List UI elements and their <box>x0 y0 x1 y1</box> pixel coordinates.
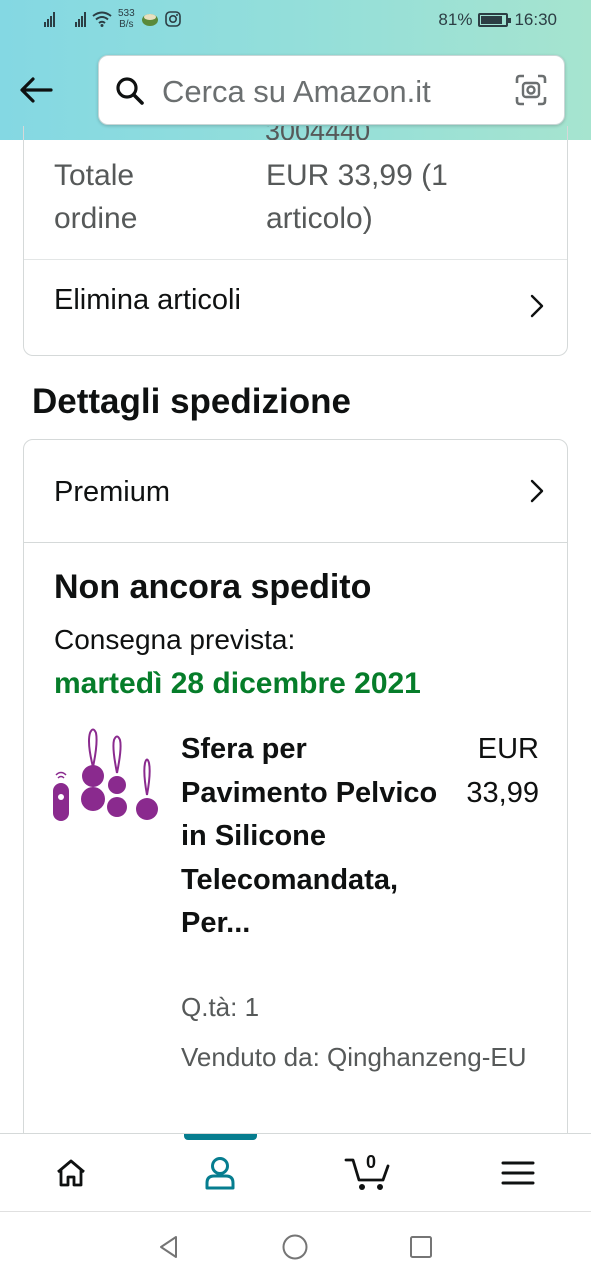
top-header: 533 B/s 81% 16:30 Cerca su Amazon.it <box>0 0 591 140</box>
account-icon <box>205 1157 235 1190</box>
remove-items-label: Elimina articoli <box>54 284 241 316</box>
nav-menu[interactable] <box>478 1134 558 1212</box>
total-value: EUR 33,99 (1 articolo) <box>266 159 448 235</box>
wifi-icon <box>92 11 112 27</box>
back-button[interactable] <box>16 70 56 110</box>
menu-icon <box>501 1161 535 1185</box>
product-image[interactable] <box>50 723 160 833</box>
cart-count: 0 <box>366 1152 377 1172</box>
total-label: Totale ordine <box>54 159 138 235</box>
home-icon <box>57 1159 85 1187</box>
shipping-card: Premium Non ancora spedito Consegna prev… <box>23 439 568 1159</box>
product-seller: Venduto da: Qinghanzeng-EU <box>181 1042 527 1072</box>
delivery-label: Consegna prevista: <box>54 624 296 655</box>
status-bar: 533 B/s 81% 16:30 <box>0 0 591 40</box>
battery-percent: 81% <box>438 10 473 29</box>
product-title[interactable]: Sfera per Pavimento Pelvico in Silicone … <box>181 728 451 946</box>
nav-cart[interactable]: 0 <box>328 1134 408 1212</box>
shipping-section-title: Dettagli spedizione <box>32 382 351 421</box>
search-icon <box>116 77 144 105</box>
search-placeholder: Cerca su Amazon.it <box>162 74 431 109</box>
signal-icon-2 <box>75 11 86 27</box>
recents-square-icon <box>410 1236 432 1258</box>
net-speed-value: 533 <box>118 8 135 19</box>
bottom-nav: 0 <box>0 1133 591 1211</box>
status-left-icons: 533 B/s <box>44 8 181 30</box>
search-input[interactable]: Cerca su Amazon.it <box>98 55 565 125</box>
camera-scan-icon[interactable] <box>515 74 547 106</box>
home-circle-icon <box>282 1234 308 1260</box>
back-arrow-icon <box>20 77 53 103</box>
product-price: EUR 33,99 <box>466 733 539 809</box>
system-recents-button[interactable] <box>406 1232 436 1262</box>
system-nav-bar <box>0 1211 591 1280</box>
nav-home[interactable] <box>31 1134 111 1212</box>
shipment-status: Non ancora spedito <box>54 568 372 606</box>
back-triangle-icon <box>160 1236 177 1258</box>
chevron-right-icon <box>530 294 544 318</box>
shipping-type: Premium <box>54 476 171 508</box>
status-right: 81% 16:30 <box>438 10 557 30</box>
order-summary-card: Totale ordine EUR 33,99 (1 articolo) Eli… <box>23 126 568 356</box>
chevron-right-icon <box>530 479 544 503</box>
battery-fill <box>481 16 503 24</box>
system-home-button[interactable] <box>280 1232 310 1262</box>
net-speed-unit: B/s <box>119 19 134 30</box>
battery-icon <box>478 13 512 27</box>
instagram-icon <box>164 11 181 27</box>
system-back-button[interactable] <box>154 1232 184 1262</box>
delivery-date: martedì 28 dicembre 2021 <box>54 667 421 700</box>
product-quantity: Q.tà: 1 <box>181 992 260 1022</box>
clock: 16:30 <box>514 10 557 29</box>
remove-items-row[interactable]: Elimina articoli <box>24 260 567 355</box>
nav-account[interactable] <box>180 1134 260 1212</box>
app-notification-icon <box>141 14 158 26</box>
shipping-type-row[interactable]: Premium <box>24 440 567 542</box>
net-speed: 533 B/s <box>118 8 135 30</box>
divider <box>24 542 567 543</box>
signal-icon <box>44 11 55 27</box>
